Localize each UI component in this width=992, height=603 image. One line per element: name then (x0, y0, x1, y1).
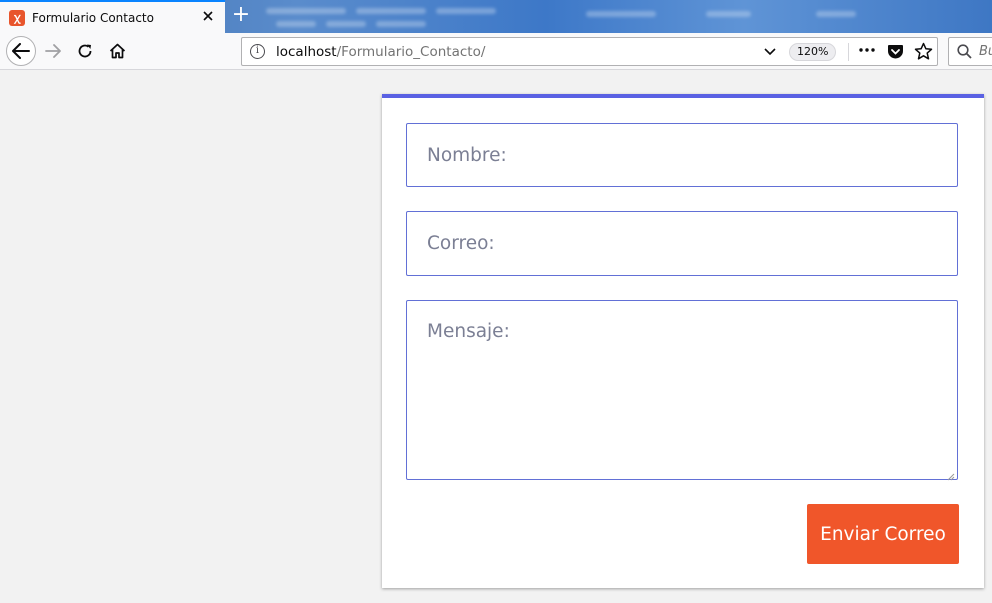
nav-toolbar: i localhost/Formulario_Contacto/ 120% Bu (0, 33, 992, 70)
correo-input[interactable]: Correo: (406, 211, 958, 276)
tab-title: Formulario Contacto (32, 10, 154, 25)
chevron-down-icon[interactable] (762, 43, 778, 59)
back-button[interactable] (6, 36, 36, 66)
contact-form-card: Nombre: Correo: Mensaje: Enviar Correo (382, 94, 984, 588)
zoom-reset-button[interactable]: 120% (789, 43, 837, 61)
star-icon[interactable] (914, 42, 933, 61)
close-icon[interactable] (200, 8, 216, 24)
mensaje-placeholder: Mensaje: (427, 321, 510, 342)
enviar-correo-button[interactable]: Enviar Correo (807, 504, 959, 564)
url-text[interactable]: localhost/Formulario_Contacto/ (276, 44, 485, 60)
search-placeholder: Bu (979, 44, 992, 59)
nombre-input[interactable]: Nombre: (406, 123, 958, 187)
correo-placeholder: Correo: (427, 233, 495, 254)
plus-icon[interactable]: + (231, 4, 251, 26)
home-icon (109, 43, 125, 59)
url-host: localhost (276, 44, 337, 60)
search-bar[interactable]: Bu (948, 37, 992, 66)
nombre-placeholder: Nombre: (427, 145, 507, 166)
mensaje-textarea[interactable]: Mensaje: (406, 300, 958, 481)
background-window-content (256, 2, 992, 32)
resize-handle-icon[interactable] (946, 468, 955, 481)
more-dots-icon[interactable] (858, 42, 878, 62)
xampp-icon: ꭓ (9, 9, 25, 26)
pocket-icon[interactable] (887, 43, 904, 60)
arrow-right-icon (45, 44, 61, 58)
reload-icon (78, 44, 92, 58)
url-separator (848, 43, 849, 61)
url-bar[interactable]: i localhost/Formulario_Contacto/ 120% (241, 37, 938, 66)
url-path: /Formulario_Contacto/ (336, 44, 486, 60)
tab-strip: ꭓ Formulario Contacto + (0, 0, 992, 33)
tab-active[interactable]: ꭓ Formulario Contacto (0, 0, 225, 33)
search-icon (957, 44, 972, 59)
home-button[interactable] (102, 36, 132, 66)
reload-button[interactable] (70, 36, 100, 66)
info-icon[interactable]: i (250, 44, 265, 59)
arrow-left-icon (12, 43, 30, 59)
forward-button[interactable] (38, 36, 68, 66)
